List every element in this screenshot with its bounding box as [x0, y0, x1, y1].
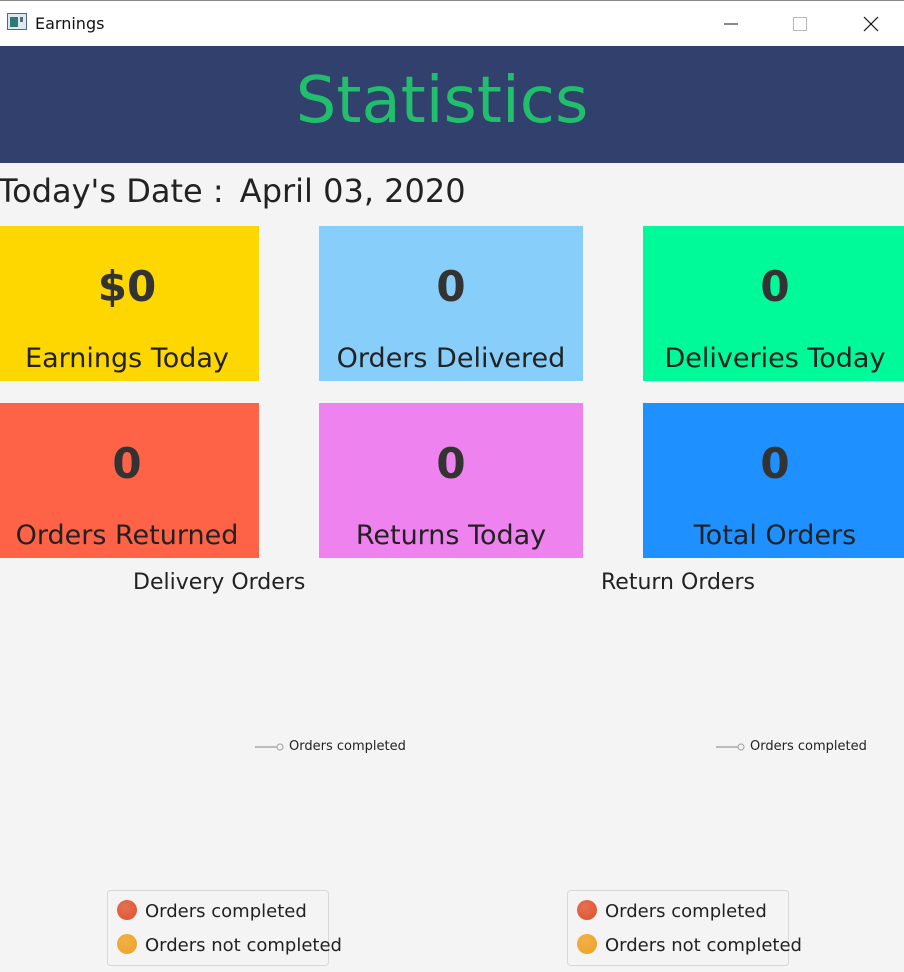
card-value: 0 [760, 439, 790, 488]
card-earnings-today: $0 Earnings Today [0, 226, 259, 381]
return-line-legend: Orders completed [716, 739, 867, 754]
card-value: 0 [760, 262, 790, 311]
close-icon [863, 16, 879, 32]
legend-label: Orders not completed [145, 935, 342, 956]
orders-completed-dot-icon [117, 900, 137, 920]
maximize-button[interactable] [777, 9, 823, 39]
statistics-header: Statistics [0, 46, 904, 163]
card-value: 0 [112, 439, 142, 488]
card-label: Returns Today [355, 520, 547, 551]
page-title: Statistics [295, 64, 589, 138]
legend-item-not-completed: Orders not completed [117, 934, 342, 959]
orders-completed-dot-icon [577, 900, 597, 920]
line-marker-icon [255, 742, 284, 751]
legend-item-not-completed: Orders not completed [577, 934, 802, 959]
card-returns-today: 0 Returns Today [319, 403, 583, 558]
card-label: Total Orders [693, 520, 857, 551]
date-row: Today's Date : April 03, 2020 [0, 172, 466, 210]
date-value: April 03, 2020 [239, 172, 466, 210]
line-legend-label: Orders completed [289, 739, 406, 754]
card-label: Deliveries Today [664, 343, 886, 374]
card-value: 0 [436, 439, 466, 488]
legend-item-completed: Orders completed [117, 900, 307, 925]
card-label: Earnings Today [25, 343, 229, 374]
delivery-line-legend: Orders completed [255, 739, 406, 754]
orders-not-completed-dot-icon [117, 934, 137, 954]
delivery-pie-legend: Orders completed Orders not completed [107, 890, 342, 966]
line-marker-icon [716, 742, 745, 751]
return-pie-legend: Orders completed Orders not completed [567, 890, 802, 966]
legend-item-completed: Orders completed [577, 900, 767, 925]
return-orders-chart-title: Return Orders [601, 570, 755, 595]
card-orders-returned: 0 Orders Returned [0, 403, 259, 558]
window-titlebar: Earnings [0, 0, 904, 46]
minimize-icon [724, 23, 738, 25]
card-deliveries-today: 0 Deliveries Today [643, 226, 904, 381]
card-value: $0 [97, 262, 157, 311]
legend-label: Orders completed [145, 901, 307, 922]
maximize-icon [793, 17, 807, 31]
legend-label: Orders not completed [605, 935, 802, 956]
orders-not-completed-dot-icon [577, 934, 597, 954]
legend-label: Orders completed [605, 901, 767, 922]
card-label: Orders Returned [15, 520, 239, 551]
minimize-button[interactable] [708, 9, 754, 39]
card-label: Orders Delivered [336, 343, 566, 374]
close-button[interactable] [848, 9, 894, 39]
window-title: Earnings [35, 14, 105, 33]
card-value: 0 [436, 262, 466, 311]
delivery-orders-chart-title: Delivery Orders [133, 570, 306, 595]
line-legend-label: Orders completed [750, 739, 867, 754]
card-orders-delivered: 0 Orders Delivered [319, 226, 583, 381]
card-total-orders: 0 Total Orders [643, 403, 904, 558]
app-window-icon [7, 13, 27, 30]
date-label: Today's Date : [0, 172, 224, 210]
